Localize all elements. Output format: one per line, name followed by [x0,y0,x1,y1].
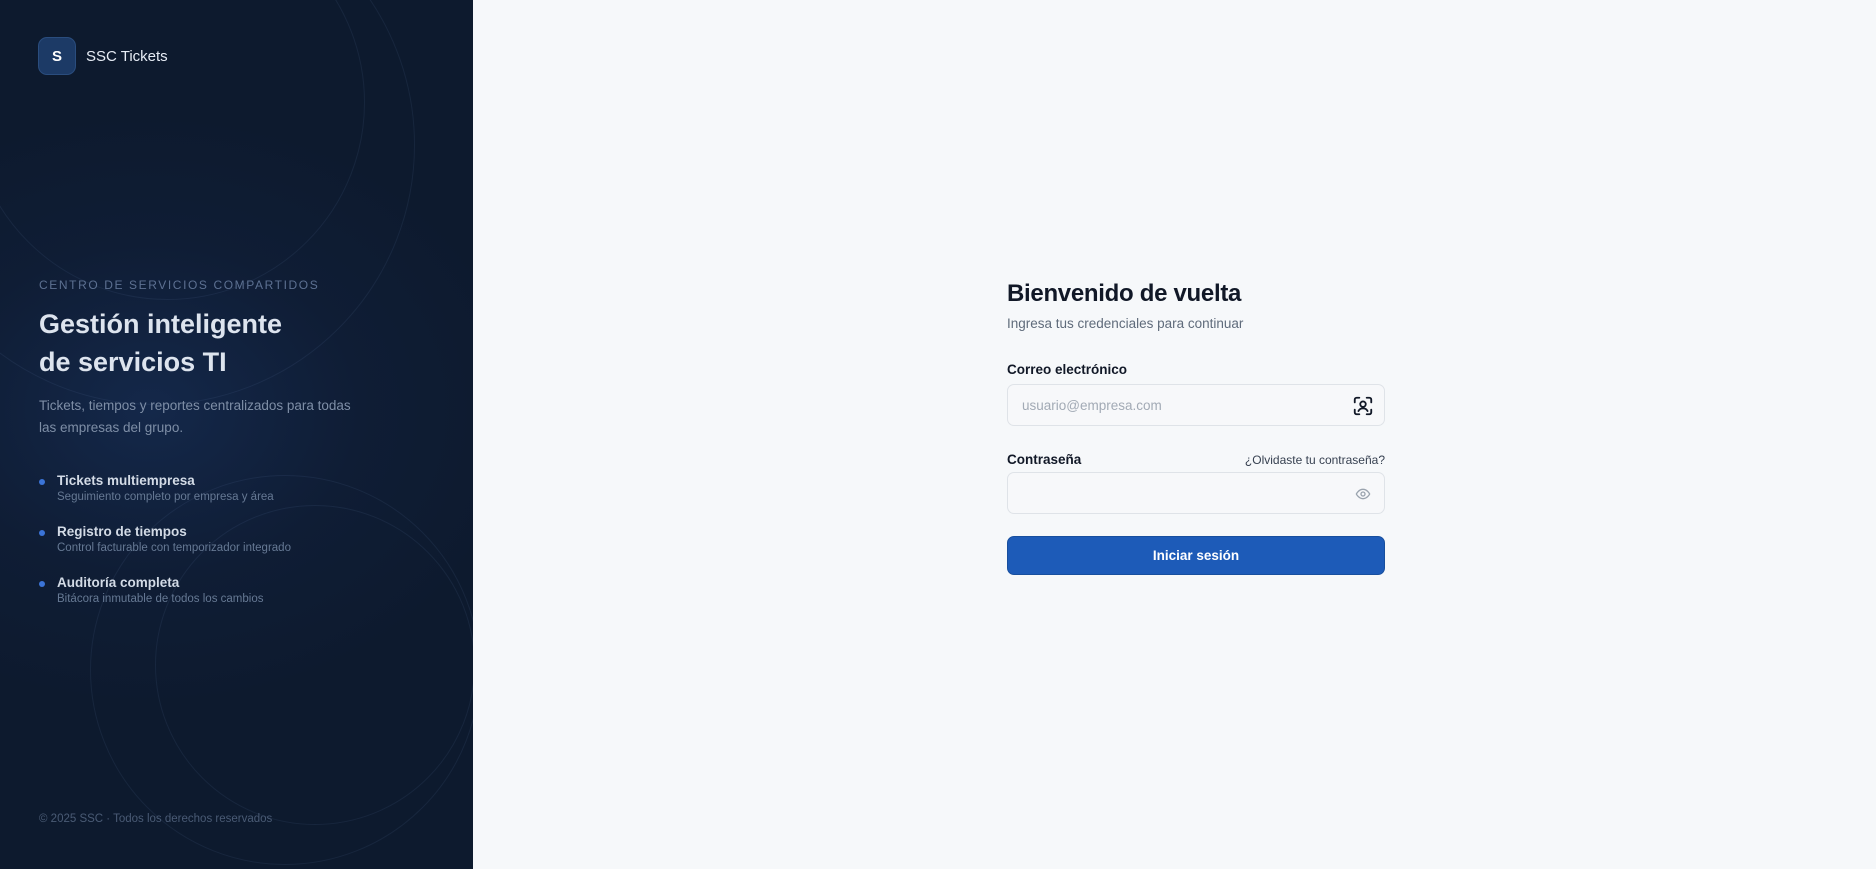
feature-item: Tickets multiempresa Seguimiento complet… [39,473,291,524]
password-field-wrapper [1007,472,1385,514]
feature-title: Auditoría completa [57,575,180,590]
brand-logo: S SSC Tickets [38,37,168,75]
feature-title: Registro de tiempos [57,524,187,539]
feature-subtitle: Bitácora inmutable de todos los cambios [57,593,264,605]
password-group: Contraseña ¿Olvidaste tu contraseña? [1007,452,1385,514]
feature-subtitle: Seguimiento completo por empresa y área [57,491,274,503]
email-label: Correo electrónico [1007,362,1128,377]
user-scan-icon[interactable] [1351,394,1375,418]
brand-name: SSC Tickets [86,47,168,65]
email-field-wrapper [1007,384,1385,426]
hero-title-line2: de servicios TI [39,347,227,377]
feature-item: Registro de tiempos Control facturable c… [39,524,291,575]
hero-eyebrow: CENTRO DE SERVICIOS COMPARTIDOS [39,278,320,292]
feature-subtitle: Control facturable con temporizador inte… [57,542,291,554]
hero-description: Tickets, tiempos y reportes centralizado… [39,398,351,435]
feature-title: Tickets multiempresa [57,473,195,488]
copyright: © 2025 SSC · Todos los derechos reservad… [39,813,273,825]
bullet-dot-icon [39,479,45,485]
sign-in-button[interactable]: Iniciar sesión [1007,536,1385,575]
login-title: Bienvenido de vuelta [1007,280,1242,307]
password-field[interactable] [1008,473,1384,513]
email-group: Correo electrónico [1007,361,1385,426]
password-label: Contraseña [1007,452,1082,467]
login-form: Bienvenido de vuelta Ingresa tus credenc… [1007,280,1385,575]
email-field[interactable] [1008,385,1384,425]
feature-list: Tickets multiempresa Seguimiento complet… [39,473,291,626]
hero-title: Gestión inteligente de servicios TI [39,305,419,381]
login-subtitle: Ingresa tus credenciales para continuar [1007,316,1244,331]
bullet-dot-icon [39,581,45,587]
feature-item: Auditoría completa Bitácora inmutable de… [39,575,291,626]
bullet-dot-icon [39,530,45,536]
password-label-row: Contraseña ¿Olvidaste tu contraseña? [1007,452,1385,467]
brand-logo-mark: S [38,37,76,75]
forgot-password-link[interactable]: ¿Olvidaste tu contraseña? [1245,453,1385,467]
eye-icon[interactable] [1351,482,1375,506]
brand-panel: S SSC Tickets CENTRO DE SERVICIOS COMPAR… [0,0,473,869]
hero-title-line1: Gestión inteligente [39,309,283,339]
